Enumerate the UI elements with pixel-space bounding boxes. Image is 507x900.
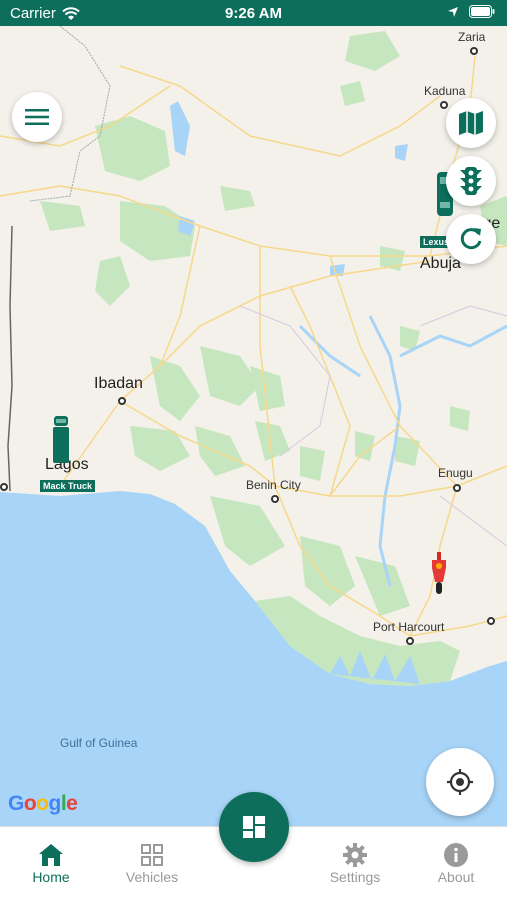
traffic-button[interactable] (446, 156, 496, 206)
city-dot-enugu (453, 484, 461, 492)
status-bar: Carrier 9:26 AM (0, 0, 507, 26)
location-arrow-icon (448, 6, 458, 17)
crosshair-icon (447, 769, 473, 795)
gear-icon (343, 843, 367, 867)
city-dot-ibadan (118, 397, 126, 405)
dashboard-fab-button[interactable] (219, 792, 289, 862)
clock: 9:26 AM (225, 5, 282, 22)
home-icon (39, 844, 63, 866)
city-dot-port-harcourt (406, 637, 414, 645)
tab-settings[interactable]: Settings (310, 841, 400, 885)
city-label-zaria: Zaria (458, 30, 486, 44)
map-base (0, 26, 507, 826)
dashboard-icon (243, 816, 265, 838)
city-dot-kaduna (440, 101, 448, 109)
my-location-button[interactable] (426, 748, 494, 816)
refresh-icon (460, 228, 482, 250)
vehicle-tag-mack-truck: Mack Truck (40, 480, 96, 492)
city-label-benin-city: Benin City (246, 478, 301, 492)
city-label-enugu: Enugu (438, 466, 473, 480)
tab-vehicles-label: Vehicles (125, 869, 179, 885)
status-icons (447, 5, 495, 18)
city-label-port-harcourt: Port Harcourt (373, 620, 445, 634)
google-logo: Google (8, 792, 78, 815)
tab-home[interactable]: Home (6, 841, 96, 885)
tab-vehicles[interactable]: Vehicles (107, 841, 197, 885)
city-dot-benin-city (271, 495, 279, 503)
tab-settings-label: Settings (329, 869, 381, 885)
grid-icon (141, 844, 163, 866)
hamburger-icon (25, 109, 49, 125)
city-dot-zaria (470, 47, 478, 55)
battery-icon (469, 5, 495, 18)
city-label-kaduna: Kaduna (424, 84, 466, 98)
city-dot-east (487, 617, 495, 625)
refresh-button[interactable] (446, 214, 496, 264)
tab-about[interactable]: About (411, 841, 501, 885)
motorbike-marker-icon[interactable] (429, 552, 449, 594)
city-label-ibadan: Ibadan (94, 375, 143, 392)
map-icon (459, 111, 483, 135)
menu-button[interactable] (12, 92, 62, 142)
info-icon (444, 843, 468, 867)
city-dot-lagos-west (0, 483, 8, 491)
traffic-light-icon (460, 167, 482, 195)
water-label-gulf-of-guinea: Gulf of Guinea (60, 736, 138, 750)
tab-home-label: Home (32, 869, 70, 885)
tab-about-label: About (437, 869, 475, 885)
map-type-button[interactable] (446, 98, 496, 148)
map-view[interactable]: Zaria Kaduna Abuja Ige Ibadan Lagos Beni… (0, 26, 507, 826)
truck-marker-icon[interactable] (52, 416, 70, 464)
